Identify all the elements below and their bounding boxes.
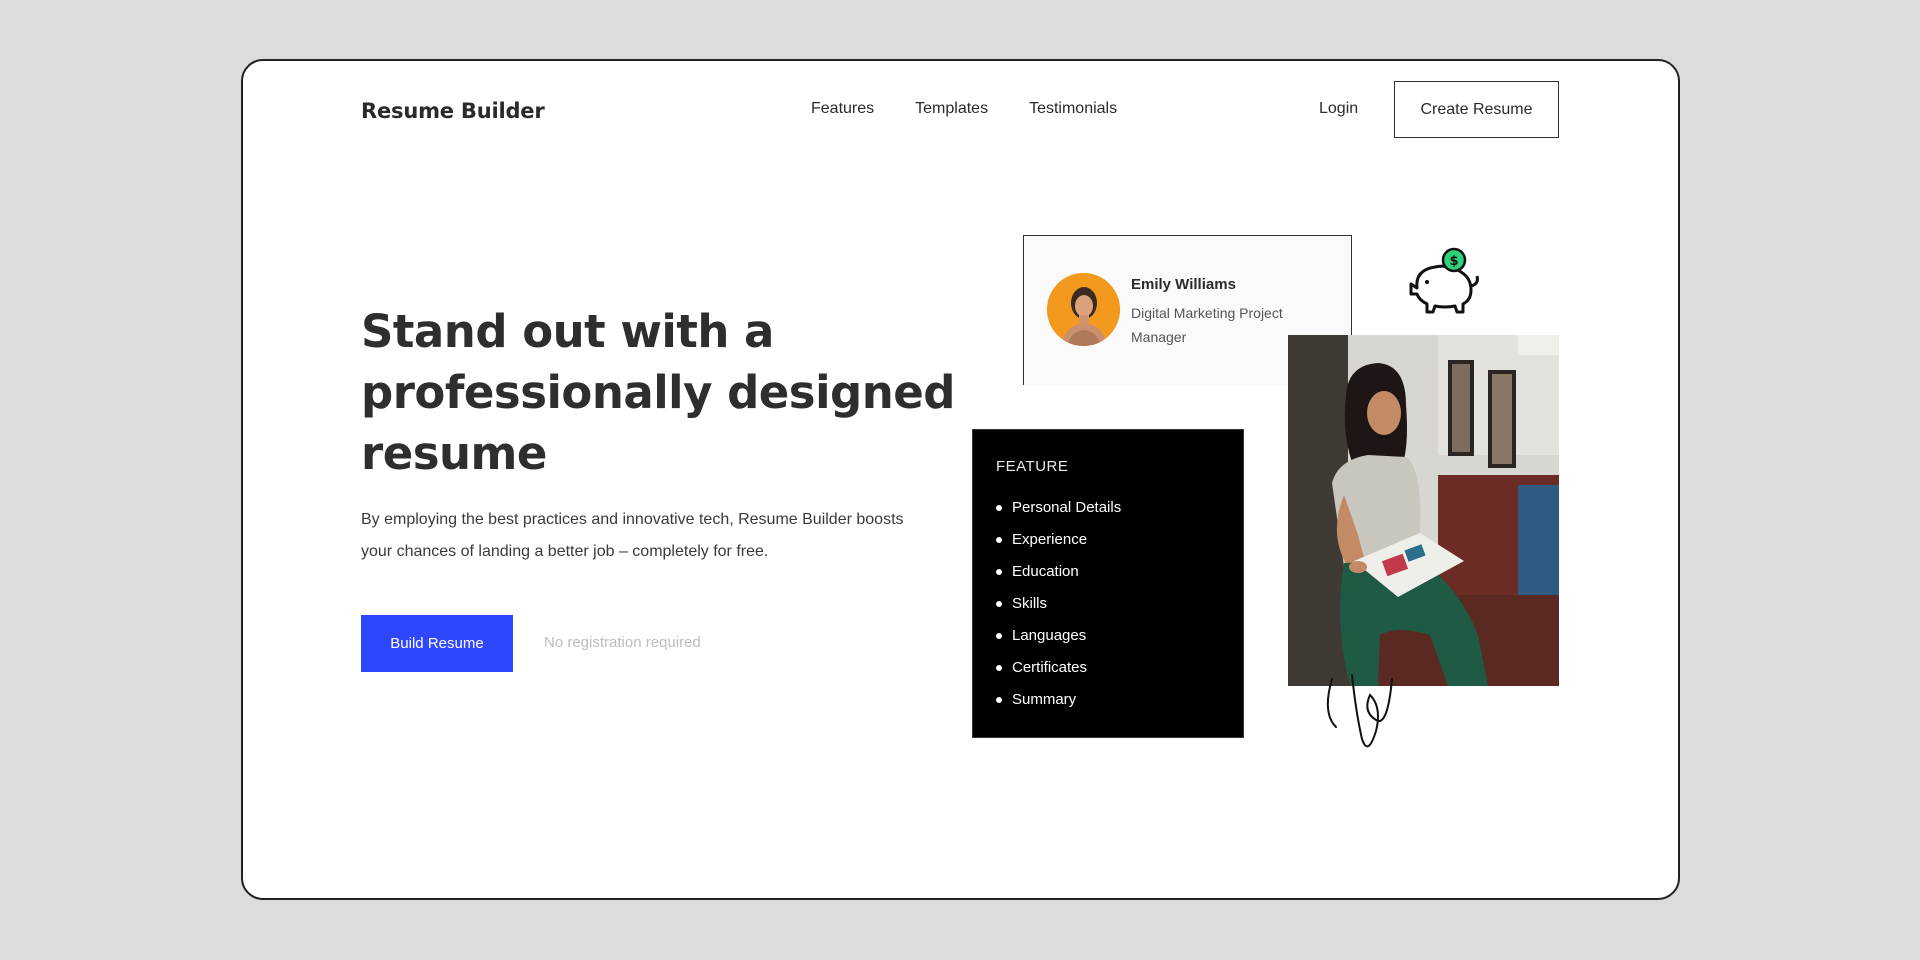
- avatar-portrait: [1047, 273, 1120, 346]
- feature-list: Personal Details Experience Education Sk…: [996, 498, 1121, 722]
- feature-item: Education: [996, 562, 1121, 594]
- nav-link-features[interactable]: Features: [811, 100, 874, 118]
- profile-name: Emily Williams: [1131, 276, 1236, 293]
- bullet-icon: [996, 697, 1002, 703]
- hero-headline: Stand out with a professionally designed…: [361, 301, 961, 484]
- bullet-icon: [996, 633, 1002, 639]
- bullet-icon: [996, 569, 1002, 575]
- feature-item: Skills: [996, 594, 1121, 626]
- avatar: [1047, 273, 1120, 346]
- browser-frame: Resume Builder Features Templates Testim…: [241, 59, 1680, 900]
- login-link[interactable]: Login: [1319, 100, 1358, 118]
- bullet-icon: [996, 505, 1002, 511]
- subtext-line: By employing the best practices and inno…: [361, 511, 904, 528]
- feature-item: Experience: [996, 530, 1121, 562]
- build-resume-button[interactable]: Build Resume: [361, 615, 513, 672]
- signature-doodle: [1322, 673, 1402, 758]
- headline-line: Stand out with a: [361, 305, 774, 358]
- bullet-icon: [996, 601, 1002, 607]
- feature-item: Personal Details: [996, 498, 1121, 530]
- nav-link-testimonials[interactable]: Testimonials: [1029, 100, 1117, 118]
- profile-role-line: Manager: [1131, 329, 1187, 345]
- nav-link-templates[interactable]: Templates: [915, 100, 988, 118]
- hero-subtext: By employing the best practices and inno…: [361, 504, 961, 568]
- profile-role-line: Digital Marketing Project: [1131, 305, 1283, 321]
- feature-item: Languages: [996, 626, 1121, 658]
- create-resume-button[interactable]: Create Resume: [1394, 81, 1559, 138]
- bullet-icon: [996, 665, 1002, 671]
- main-nav: Features Templates Testimonials: [811, 100, 1158, 118]
- feature-list-card: FEATURE Personal Details Experience Educ…: [972, 429, 1244, 738]
- bullet-icon: [996, 537, 1002, 543]
- profile-role: Digital Marketing Project Manager: [1131, 301, 1311, 349]
- feature-item: Certificates: [996, 658, 1121, 690]
- coin-symbol: $: [1449, 254, 1458, 269]
- subtext-line: your chances of landing a better job – c…: [361, 543, 769, 560]
- headline-line: resume: [361, 427, 547, 480]
- feature-item: Summary: [996, 690, 1121, 722]
- piggy-bank-icon: $: [1405, 246, 1485, 323]
- no-registration-note: No registration required: [544, 634, 701, 651]
- headline-line: professionally designed: [361, 366, 956, 419]
- brand-logo[interactable]: Resume Builder: [361, 99, 545, 123]
- feature-title: FEATURE: [996, 458, 1069, 475]
- woman-reading-photo: [1288, 335, 1559, 686]
